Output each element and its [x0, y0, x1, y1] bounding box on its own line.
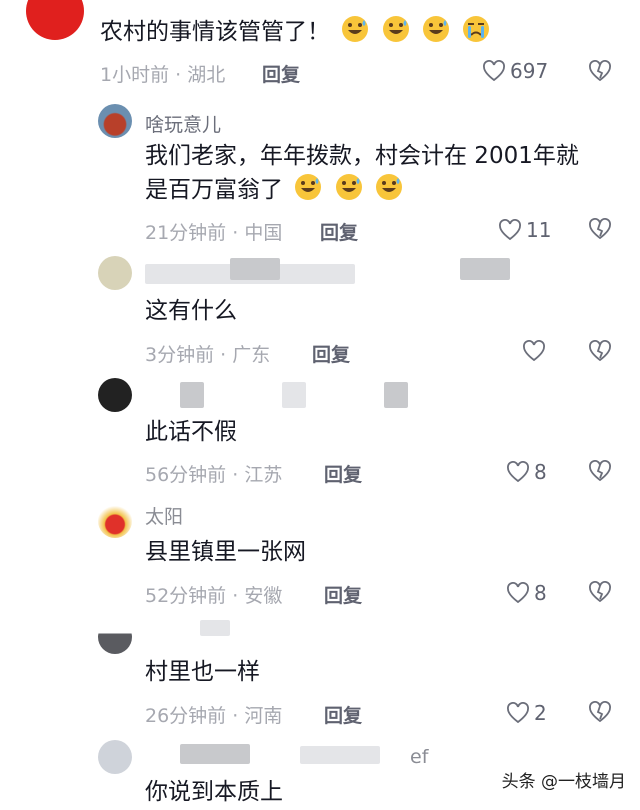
blurred-username	[460, 258, 510, 280]
avatar[interactable]	[98, 740, 132, 774]
like-count: 2	[534, 701, 547, 725]
blurred-username	[384, 382, 408, 408]
blurred-username	[200, 620, 230, 636]
comment-meta: 52分钟前 · 安徽	[145, 585, 283, 607]
grin-sweat-icon	[382, 16, 409, 42]
grin-sweat-icon	[295, 174, 322, 200]
comment-text: 你说到本质上	[145, 779, 283, 805]
blurred-username	[180, 382, 204, 408]
heart-icon	[507, 582, 529, 604]
blurred-username	[300, 746, 380, 764]
watermark: 头条 @一枝墙月	[501, 772, 626, 792]
like-button[interactable]: 8	[506, 581, 547, 605]
comment-text: 此话不假	[145, 419, 237, 445]
comment-meta: 26分钟前 · 河南	[145, 705, 283, 727]
like-button[interactable]: 697	[482, 59, 548, 83]
reply-button[interactable]: 回复	[312, 340, 350, 367]
reply-button[interactable]: 回复	[262, 60, 300, 87]
like-button[interactable]: 2	[506, 701, 547, 725]
like-count: 11	[526, 218, 552, 242]
heart-icon	[499, 219, 521, 241]
comment-text: 村里也一样	[145, 659, 260, 685]
avatar[interactable]	[98, 256, 132, 290]
crying-icon	[463, 16, 490, 42]
dislike-icon[interactable]	[588, 701, 612, 723]
reply-button[interactable]: 回复	[324, 701, 362, 728]
avatar[interactable]	[98, 620, 132, 654]
comment-meta: 3分钟前 · 广东	[145, 344, 271, 366]
grin-sweat-icon	[422, 16, 449, 42]
comment-author[interactable]: ef	[410, 746, 428, 768]
blurred-username	[230, 258, 280, 280]
avatar[interactable]	[98, 378, 132, 412]
heart-icon	[507, 461, 529, 483]
comment-text: 是百万富翁了	[145, 172, 404, 208]
comment-meta: 56分钟前 · 江苏	[145, 464, 283, 486]
heart-icon	[523, 340, 545, 362]
reply-button[interactable]: 回复	[320, 218, 358, 245]
dislike-icon[interactable]	[588, 218, 612, 240]
avatar[interactable]	[26, 0, 84, 40]
like-count: 8	[534, 581, 547, 605]
comment-meta: 1小时前 · 湖北	[100, 64, 226, 86]
comment-text: 农村的事情该管管了！	[100, 14, 491, 50]
grin-sweat-icon	[335, 174, 362, 200]
like-button[interactable]: 8	[506, 460, 547, 484]
grin-sweat-icon	[375, 174, 402, 200]
dislike-icon[interactable]	[588, 60, 612, 82]
dislike-icon[interactable]	[588, 340, 612, 362]
dislike-icon[interactable]	[588, 581, 612, 603]
avatar[interactable]	[98, 504, 132, 538]
reply-button[interactable]: 回复	[324, 460, 362, 487]
heart-icon	[507, 702, 529, 724]
like-button[interactable]	[522, 340, 546, 362]
comment-text: 我们老家，年年拨款，村会计在 2001年就	[145, 143, 579, 169]
grin-sweat-icon	[342, 16, 369, 42]
comment-author[interactable]: 太阳	[145, 502, 183, 529]
dislike-icon[interactable]	[588, 460, 612, 482]
comment-text: 这有什么	[145, 298, 237, 324]
comment-author[interactable]: 啥玩意儿	[145, 110, 221, 137]
reply-button[interactable]: 回复	[324, 581, 362, 608]
blurred-username	[180, 744, 250, 764]
like-button[interactable]: 11	[498, 218, 551, 242]
avatar[interactable]	[98, 104, 132, 138]
like-count: 697	[510, 59, 549, 83]
heart-icon	[483, 60, 505, 82]
comment-meta: 21分钟前 · 中国	[145, 222, 283, 244]
like-count: 8	[534, 460, 547, 484]
blurred-username	[282, 382, 306, 408]
comment-text: 县里镇里一张网	[145, 539, 306, 565]
